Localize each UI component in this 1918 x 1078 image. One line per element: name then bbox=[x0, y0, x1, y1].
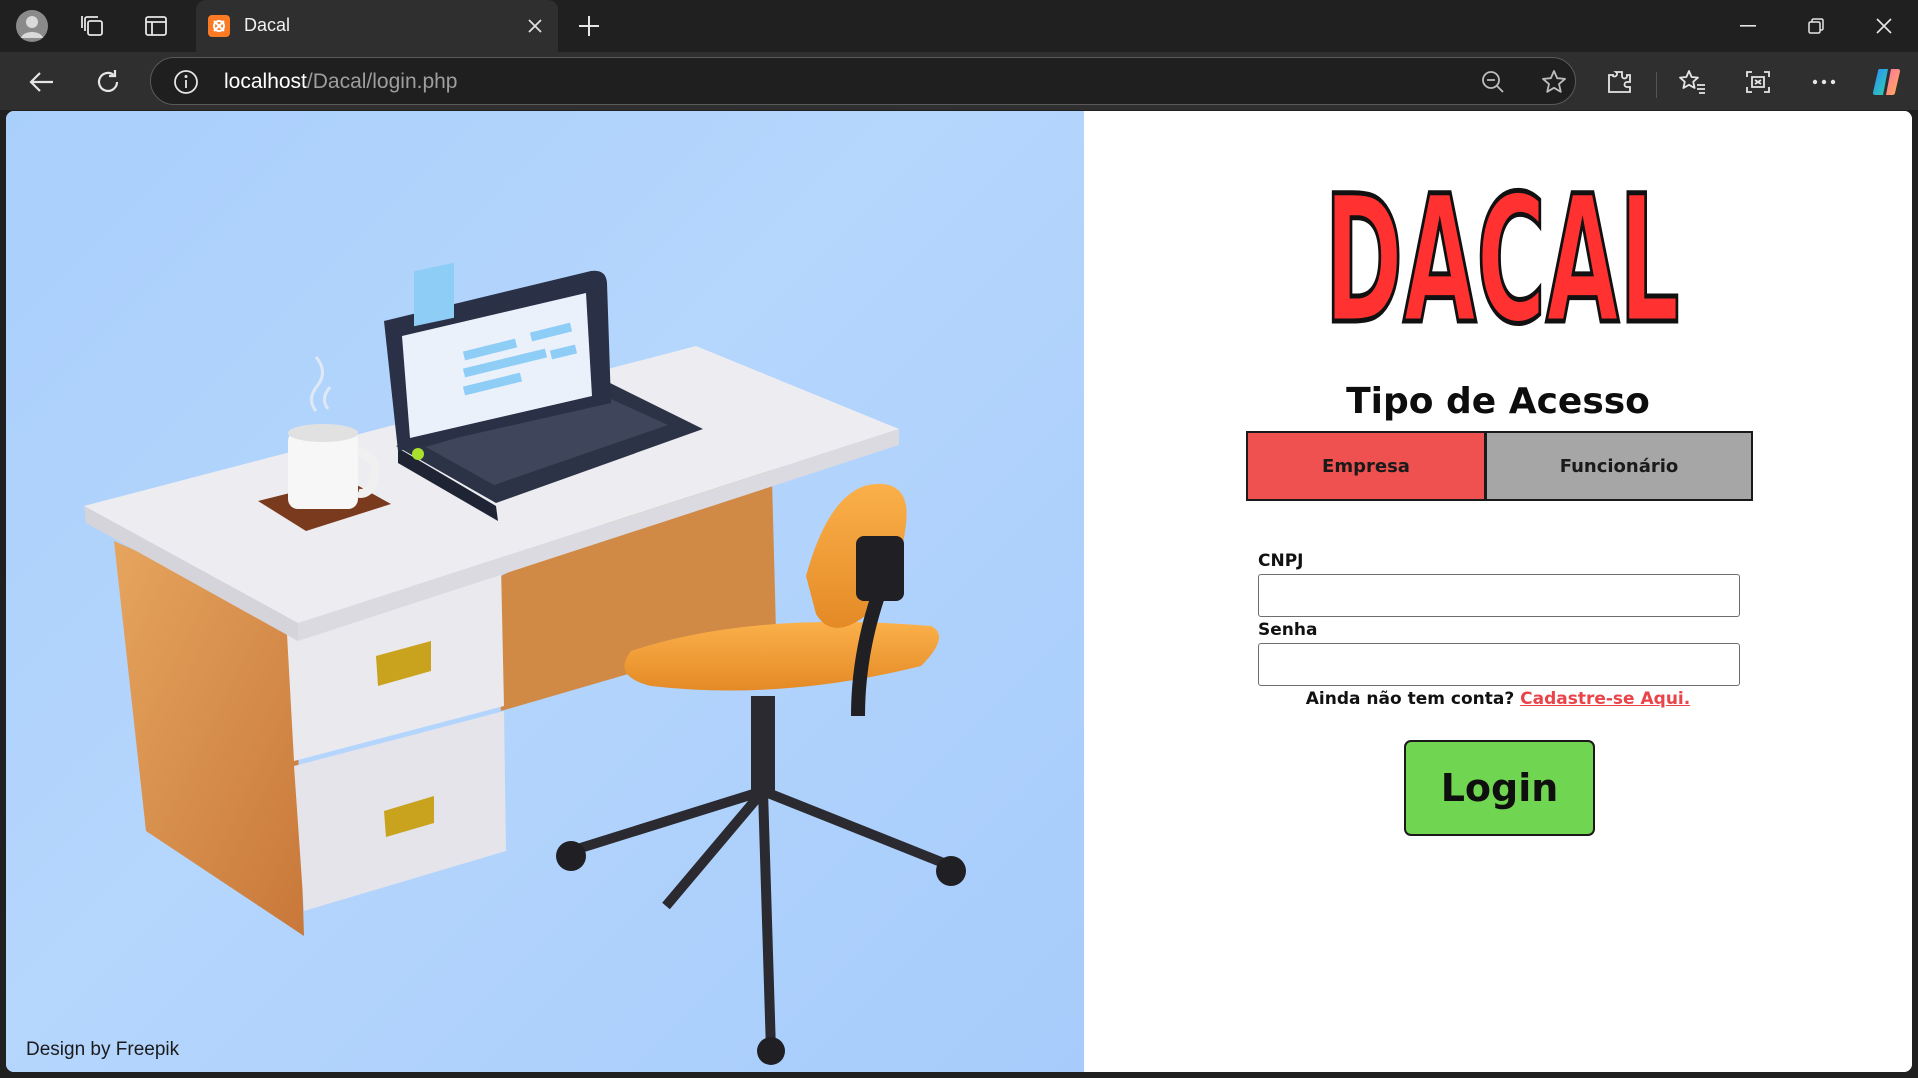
more-options-icon[interactable] bbox=[1805, 63, 1843, 101]
site-info-icon[interactable] bbox=[173, 69, 199, 95]
toolbar-separator bbox=[1656, 72, 1657, 98]
reload-icon[interactable] bbox=[89, 63, 127, 101]
access-type-title: Tipo de Acesso bbox=[1346, 381, 1650, 422]
minimize-icon[interactable] bbox=[1714, 0, 1782, 52]
cnpj-input[interactable] bbox=[1258, 574, 1740, 617]
cnpj-label: CNPJ bbox=[1258, 551, 1304, 571]
screenshot-icon[interactable] bbox=[1739, 63, 1777, 101]
copilot-icon[interactable] bbox=[1868, 63, 1906, 101]
login-button[interactable]: Login bbox=[1404, 740, 1595, 836]
illustration-panel: Design by Freepik bbox=[6, 111, 1084, 1072]
senha-input[interactable] bbox=[1258, 643, 1740, 686]
browser-toolbar: localhost/Dacal/login.php bbox=[0, 52, 1918, 110]
logo-text: DACAL bbox=[1325, 161, 1680, 331]
address-bar[interactable]: localhost/Dacal/login.php bbox=[150, 57, 1576, 105]
browser-tab[interactable]: Dacal bbox=[196, 0, 558, 52]
profile-avatar-icon[interactable] bbox=[14, 8, 50, 44]
tab-empresa[interactable]: Empresa bbox=[1246, 431, 1486, 501]
signup-prompt-text: Ainda não tem conta? bbox=[1305, 689, 1515, 709]
restore-icon[interactable] bbox=[1782, 0, 1850, 52]
new-tab-icon[interactable] bbox=[571, 8, 607, 44]
dacal-logo: DACAL bbox=[1322, 161, 1682, 331]
login-panel: DACAL Tipo de Acesso Empresa Funcionário… bbox=[1084, 111, 1912, 1072]
signup-prompt: Ainda não tem conta? Cadastre-se Aqui. bbox=[1084, 689, 1912, 709]
desk-illustration bbox=[84, 262, 966, 1065]
favorite-star-icon[interactable] bbox=[1540, 68, 1568, 96]
workspaces-icon[interactable] bbox=[75, 8, 111, 44]
tab-bar: Dacal bbox=[0, 0, 1918, 52]
xampp-icon bbox=[208, 15, 230, 37]
tab-title: Dacal bbox=[244, 15, 291, 35]
url-path: /Dacal/login.php bbox=[306, 70, 458, 93]
close-tab-icon[interactable] bbox=[522, 13, 548, 39]
design-credit: Design by Freepik bbox=[26, 1039, 180, 1060]
close-window-icon[interactable] bbox=[1850, 0, 1918, 52]
zoom-out-icon[interactable] bbox=[1479, 68, 1507, 96]
back-icon[interactable] bbox=[23, 63, 61, 101]
page-viewport: Design by Freepik DACAL Tipo de Acesso E… bbox=[6, 111, 1912, 1072]
tab-actions-icon[interactable] bbox=[138, 8, 174, 44]
url-text: localhost/Dacal/login.php bbox=[224, 70, 458, 94]
extensions-icon[interactable] bbox=[1600, 63, 1638, 101]
senha-label: Senha bbox=[1258, 620, 1318, 640]
tab-funcionario[interactable]: Funcionário bbox=[1485, 431, 1753, 501]
url-host: localhost bbox=[224, 70, 307, 93]
favorites-icon[interactable] bbox=[1673, 63, 1711, 101]
signup-link[interactable]: Cadastre-se Aqui. bbox=[1520, 689, 1690, 709]
